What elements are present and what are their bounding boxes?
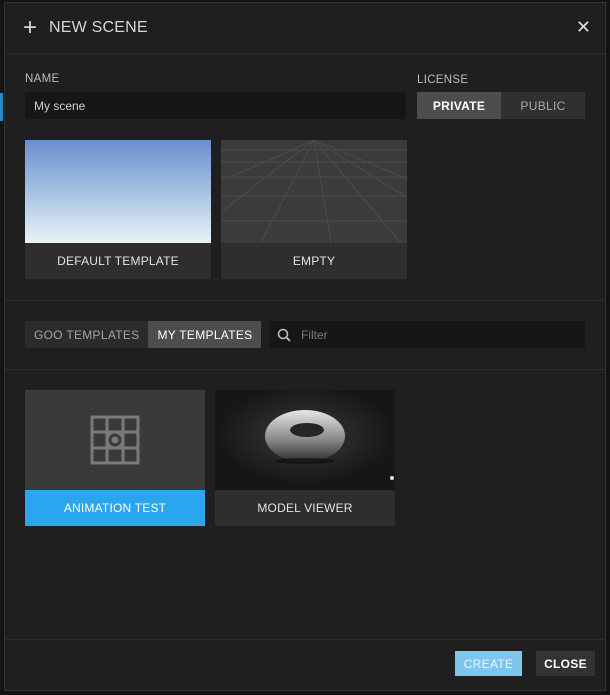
search-icon	[269, 328, 299, 342]
name-label: NAME	[25, 73, 60, 85]
section-divider	[5, 369, 605, 370]
template-caption: ANIMATION TEST	[25, 490, 205, 526]
tab-my-templates[interactable]: MY TEMPLATES	[148, 321, 262, 348]
close-button[interactable]: CLOSE	[536, 651, 595, 676]
create-button[interactable]: CREATE	[455, 651, 522, 676]
background-accent-strip	[0, 93, 3, 121]
template-source-tabs: GOO TEMPLATES MY TEMPLATES	[25, 321, 262, 348]
filter-input[interactable]	[299, 326, 585, 343]
animation-test-card[interactable]: ANIMATION TEST	[25, 390, 205, 526]
empty-template-card[interactable]: EMPTY	[221, 140, 407, 279]
model-viewer-card[interactable]: MODEL VIEWER	[215, 390, 395, 526]
plus-icon: +	[23, 14, 38, 41]
section-divider	[5, 300, 605, 301]
footer-divider	[5, 639, 605, 640]
sky-thumbnail	[25, 140, 211, 243]
torus-thumbnail	[215, 390, 395, 490]
scene-thumbnail	[25, 390, 205, 490]
template-caption: MODEL VIEWER	[215, 490, 395, 526]
filter-box	[269, 321, 585, 348]
dialog-title: NEW SCENE	[49, 19, 148, 36]
tab-goo-templates[interactable]: GOO TEMPLATES	[25, 321, 149, 348]
new-scene-dialog: + NEW SCENE ✕ NAME LICENSE PRIVATE PUBLI…	[4, 2, 606, 691]
template-caption: EMPTY	[221, 243, 407, 279]
license-public-option[interactable]: PUBLIC	[501, 92, 585, 119]
license-toggle: PRIVATE PUBLIC	[417, 92, 585, 119]
scene-name-input[interactable]	[25, 92, 406, 119]
grid-floor-thumbnail	[221, 140, 407, 243]
dialog-header: + NEW SCENE ✕	[5, 3, 605, 54]
template-caption: DEFAULT TEMPLATE	[25, 243, 211, 279]
license-private-option[interactable]: PRIVATE	[417, 92, 501, 119]
license-label: LICENSE	[417, 74, 469, 86]
close-icon[interactable]: ✕	[576, 17, 591, 38]
default-template-card[interactable]: DEFAULT TEMPLATE	[25, 140, 211, 279]
